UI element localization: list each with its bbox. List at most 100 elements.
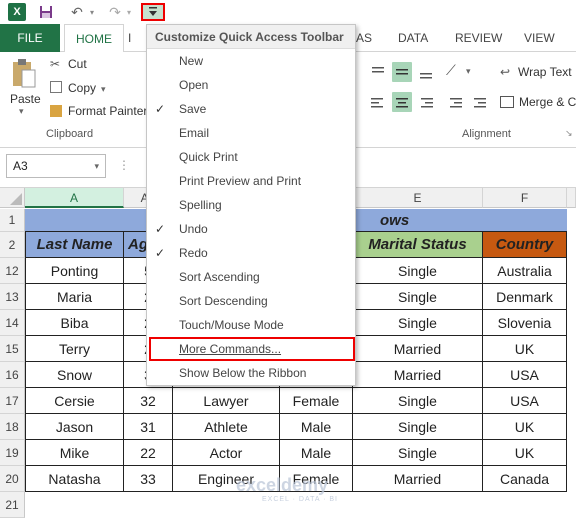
cell-last-name[interactable]: Jason xyxy=(25,414,124,440)
cell-last-name[interactable]: Ponting xyxy=(25,258,124,284)
cell-marital-status[interactable]: Single xyxy=(353,388,483,414)
row-header-20[interactable]: 20 xyxy=(0,466,25,492)
cell-marital-status[interactable]: Single xyxy=(353,310,483,336)
header-last-name[interactable]: Last Name xyxy=(25,232,124,258)
tab-file[interactable]: FILE xyxy=(0,24,60,52)
redo-icon[interactable]: ↷ xyxy=(108,3,122,21)
cell-last-name[interactable]: Snow xyxy=(25,362,124,388)
row-header-2[interactable]: 2 xyxy=(0,232,25,258)
align-bottom-icon[interactable] xyxy=(416,62,436,82)
orientation-dropdown-icon[interactable]: ▾ xyxy=(466,66,471,77)
select-all-corner[interactable] xyxy=(0,188,25,208)
row-header-13[interactable]: 13 xyxy=(0,284,25,310)
menu-item-new[interactable]: New xyxy=(147,49,355,73)
cell-country[interactable]: Canada xyxy=(483,466,567,492)
save-icon[interactable] xyxy=(38,3,54,21)
row-header-21[interactable]: 21 xyxy=(0,492,25,518)
header-country[interactable]: Country xyxy=(483,232,567,258)
menu-item-quick-print[interactable]: Quick Print xyxy=(147,145,355,169)
align-right-icon[interactable] xyxy=(416,92,436,112)
menu-item-sort-descending[interactable]: Sort Descending xyxy=(147,289,355,313)
align-left-icon[interactable] xyxy=(368,92,388,112)
name-box[interactable]: A3 ▾ xyxy=(6,154,106,178)
row-header-14[interactable]: 14 xyxy=(0,310,25,336)
cell-country[interactable]: UK xyxy=(483,336,567,362)
menu-item-spelling[interactable]: Spelling xyxy=(147,193,355,217)
menu-item-email[interactable]: Email xyxy=(147,121,355,145)
menu-item-open[interactable]: Open xyxy=(147,73,355,97)
tab-formulas[interactable]: AS xyxy=(356,24,372,52)
column-header-g[interactable] xyxy=(567,188,576,208)
header-marital-status[interactable]: Marital Status xyxy=(353,232,483,258)
paste-icon[interactable] xyxy=(10,58,36,90)
menu-item-show-below-ribbon[interactable]: Show Below the Ribbon xyxy=(147,361,355,385)
cut-button[interactable]: Cut xyxy=(68,57,87,71)
cell-marital-status[interactable]: Married xyxy=(353,336,483,362)
column-header-e[interactable]: E xyxy=(353,188,483,208)
cell-age[interactable]: 32 xyxy=(124,388,173,414)
orientation-icon[interactable]: ⟋ xyxy=(446,62,456,79)
wrap-text-button[interactable]: Wrap Text xyxy=(518,65,572,79)
copy-icon[interactable] xyxy=(50,81,62,93)
cut-icon[interactable]: ✂ xyxy=(50,57,60,71)
redo-dropdown-icon[interactable]: ▾ xyxy=(125,3,133,21)
cell-age[interactable]: 31 xyxy=(124,414,173,440)
undo-icon[interactable]: ↶ xyxy=(70,3,84,21)
name-box-dropdown-icon[interactable]: ▾ xyxy=(94,155,99,177)
row-header-16[interactable]: 16 xyxy=(0,362,25,388)
undo-dropdown-icon[interactable]: ▾ xyxy=(88,3,96,21)
cell-last-name[interactable]: Maria xyxy=(25,284,124,310)
paste-button[interactable]: Paste xyxy=(10,92,41,106)
cell-last-name[interactable]: Terry xyxy=(25,336,124,362)
cell-country[interactable]: USA xyxy=(483,388,567,414)
cell-country[interactable]: Australia xyxy=(483,258,567,284)
row-header-19[interactable]: 19 xyxy=(0,440,25,466)
cell-occupation[interactable]: Lawyer xyxy=(173,388,280,414)
tab-insert[interactable]: I xyxy=(128,24,131,52)
cell-last-name[interactable]: Natasha xyxy=(25,466,124,492)
tab-view[interactable]: VIEW xyxy=(524,24,555,52)
menu-item-print-preview-and-print[interactable]: Print Preview and Print xyxy=(147,169,355,193)
align-middle-icon[interactable] xyxy=(392,62,412,82)
menu-item-touch-mouse-mode[interactable]: Touch/Mouse Mode xyxy=(147,313,355,337)
row-header-1[interactable]: 1 xyxy=(0,209,25,232)
dialog-launcher-icon[interactable]: ↘ xyxy=(565,128,573,139)
tab-home[interactable]: HOME xyxy=(64,24,124,53)
cell-last-name[interactable]: Biba xyxy=(25,310,124,336)
increase-indent-icon[interactable] xyxy=(470,92,490,112)
cell-occupation[interactable]: Athlete xyxy=(173,414,280,440)
cell-country[interactable]: USA xyxy=(483,362,567,388)
merge-center-button[interactable]: Merge & C xyxy=(519,95,576,109)
menu-item-save[interactable]: ✓ Save xyxy=(147,97,355,121)
cell-marital-status[interactable]: Married xyxy=(353,466,483,492)
cell-marital-status[interactable]: Married xyxy=(353,362,483,388)
cell-age[interactable]: 22 xyxy=(124,440,173,466)
cell-marital-status[interactable]: Single xyxy=(353,414,483,440)
row-header-15[interactable]: 15 xyxy=(0,336,25,362)
align-top-icon[interactable] xyxy=(368,62,388,82)
column-header-a[interactable]: A xyxy=(25,188,124,208)
cell-country[interactable]: Slovenia xyxy=(483,310,567,336)
row-header-17[interactable]: 17 xyxy=(0,388,25,414)
cell-gender[interactable]: Female xyxy=(280,388,353,414)
copy-dropdown-icon[interactable]: ▾ xyxy=(101,84,106,95)
paste-dropdown-icon[interactable]: ▾ xyxy=(19,106,24,117)
merge-icon[interactable] xyxy=(500,96,514,108)
menu-item-redo[interactable]: ✓ Redo xyxy=(147,241,355,265)
column-header-f[interactable]: F xyxy=(483,188,567,208)
cell-last-name[interactable]: Mike xyxy=(25,440,124,466)
copy-button[interactable]: Copy xyxy=(68,81,96,95)
cell-marital-status[interactable]: Single xyxy=(353,284,483,310)
cell-gender[interactable]: Male xyxy=(280,440,353,466)
decrease-indent-icon[interactable] xyxy=(446,92,466,112)
row-header-12[interactable]: 12 xyxy=(0,258,25,284)
cell-gender[interactable]: Male xyxy=(280,414,353,440)
cell-marital-status[interactable]: Single xyxy=(353,440,483,466)
tab-data[interactable]: DATA xyxy=(398,24,428,52)
format-painter-icon[interactable] xyxy=(50,105,62,117)
cell-last-name[interactable]: Cersie xyxy=(25,388,124,414)
cell-age[interactable]: 33 xyxy=(124,466,173,492)
tab-review[interactable]: REVIEW xyxy=(455,24,502,52)
format-painter-button[interactable]: Format Painter xyxy=(68,104,147,118)
customize-qat-button[interactable] xyxy=(141,3,165,21)
